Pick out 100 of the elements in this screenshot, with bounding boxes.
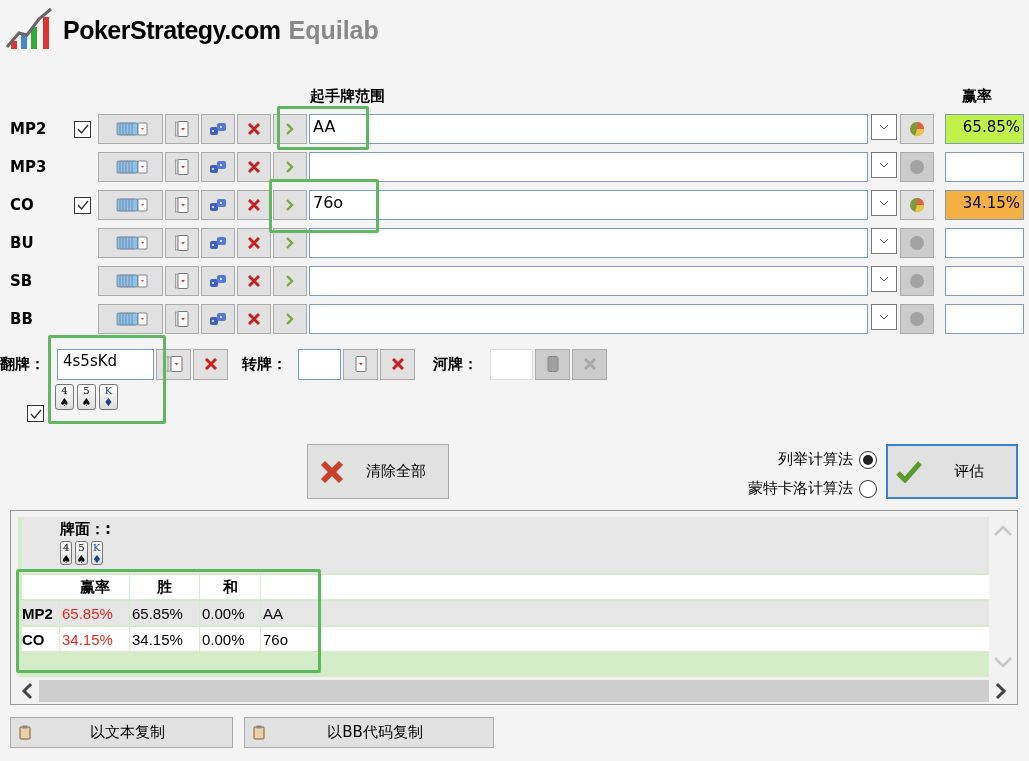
dropdown-button[interactable] — [871, 114, 897, 140]
range-field[interactable]: 76o — [309, 190, 868, 220]
playing-card: K ♦ — [90, 541, 103, 565]
close-icon — [391, 358, 404, 370]
card-button[interactable] — [165, 304, 199, 334]
checkbox[interactable] — [74, 120, 91, 138]
card-button[interactable] — [165, 190, 199, 220]
range-field[interactable] — [309, 266, 868, 296]
card-button[interactable] — [165, 266, 199, 296]
close-icon — [583, 358, 596, 370]
copy-button[interactable]: 以BB代码复制 — [244, 717, 494, 748]
range-field[interactable] — [309, 152, 868, 182]
radio-button[interactable] — [859, 450, 877, 469]
card-icon — [354, 356, 367, 372]
card-button[interactable] — [165, 228, 199, 258]
clear-button[interactable] — [237, 190, 271, 220]
random-button[interactable] — [201, 228, 235, 258]
table-cell: 0.00% — [200, 627, 261, 651]
evaluate-button[interactable]: 评估 — [886, 444, 1018, 499]
playing-card: 5 ♠ — [75, 541, 88, 565]
dot-icon — [909, 311, 925, 327]
range-field[interactable] — [309, 228, 868, 258]
flop-label: 翻牌： — [0, 354, 46, 374]
dice-icon — [209, 198, 227, 212]
card-picker-button[interactable] — [343, 348, 378, 380]
cards-icon — [113, 122, 148, 136]
turn-field[interactable] — [298, 348, 341, 380]
clear-button[interactable] — [237, 228, 271, 258]
hand-matrix-button[interactable] — [98, 304, 163, 334]
card-icon — [175, 159, 189, 175]
radio-button[interactable] — [859, 479, 877, 498]
cards-icon — [164, 356, 183, 372]
card-button[interactable] — [165, 114, 199, 144]
checkbox[interactable] — [27, 405, 44, 422]
card-picker-button[interactable] — [156, 348, 191, 380]
hand-matrix-button[interactable] — [98, 266, 163, 296]
clear-all-button[interactable]: 清除全部 — [307, 444, 449, 499]
graph-button[interactable] — [900, 114, 934, 144]
table-cell-text: AA — [262, 603, 284, 624]
clear-button[interactable] — [193, 348, 228, 380]
river-field[interactable] — [490, 348, 533, 380]
dot-icon — [909, 235, 925, 251]
card-button[interactable] — [165, 152, 199, 182]
clear-button[interactable] — [380, 348, 415, 380]
graph-button[interactable] — [900, 190, 934, 220]
range-field[interactable] — [309, 304, 868, 334]
pie-chart-icon — [909, 121, 925, 137]
chevron-right-icon — [286, 199, 294, 211]
random-button[interactable] — [201, 304, 235, 334]
chevron-left-icon — [21, 682, 33, 700]
table-cell: 34.15% — [60, 627, 130, 651]
player-label: MP2 — [9, 120, 48, 138]
apply-button[interactable] — [273, 152, 307, 182]
player-label: CO — [9, 196, 35, 214]
card-icon — [175, 311, 189, 327]
chevron-down-icon — [879, 276, 889, 282]
board-label: 牌面：: — [60, 520, 112, 539]
column-header: 赢率 — [962, 87, 992, 106]
random-button[interactable] — [201, 190, 235, 220]
playing-card: 5 ♠ — [77, 384, 96, 410]
dropdown-button[interactable] — [871, 228, 897, 254]
method-label: 列举计算法 — [778, 450, 853, 469]
chevron-right-icon — [286, 161, 294, 173]
close-icon — [248, 123, 260, 135]
close-icon — [248, 199, 260, 211]
apply-button[interactable] — [273, 190, 307, 220]
hand-matrix-button[interactable] — [98, 228, 163, 258]
chevron-down-icon — [879, 314, 889, 320]
hand-matrix-button[interactable] — [98, 152, 163, 182]
hand-matrix-button[interactable] — [98, 114, 163, 144]
dot-icon — [909, 159, 925, 175]
logo-product: Equilab — [288, 16, 379, 46]
apply-button[interactable] — [273, 266, 307, 296]
playing-card: 4 ♠ — [55, 384, 74, 410]
cards-icon — [113, 274, 148, 288]
dropdown-button[interactable] — [871, 190, 897, 216]
chevron-right-icon — [286, 313, 294, 325]
random-button[interactable] — [201, 152, 235, 182]
equity-field: 65.85% — [945, 114, 1024, 144]
hand-matrix-button[interactable] — [98, 190, 163, 220]
copy-button[interactable]: 以文本复制 — [10, 717, 233, 748]
dropdown-button[interactable] — [871, 304, 897, 330]
flop-field[interactable]: 4s5sKd — [57, 348, 154, 380]
clear-button[interactable] — [237, 114, 271, 144]
random-button[interactable] — [201, 114, 235, 144]
clear-button[interactable] — [237, 152, 271, 182]
checkbox[interactable] — [74, 196, 91, 214]
clear-button[interactable] — [572, 348, 607, 380]
pie-chart-icon — [909, 197, 925, 213]
clear-button[interactable] — [237, 266, 271, 296]
dropdown-button[interactable] — [871, 152, 897, 178]
clipboard-icon — [253, 725, 265, 740]
random-button[interactable] — [201, 266, 235, 296]
range-field[interactable]: AA — [309, 114, 868, 144]
clear-button[interactable] — [237, 304, 271, 334]
cards-icon — [113, 236, 148, 250]
dropdown-button[interactable] — [871, 266, 897, 292]
table-cell: 34.15% — [130, 627, 200, 651]
apply-button[interactable] — [273, 304, 307, 334]
chevron-down-icon — [879, 162, 889, 168]
